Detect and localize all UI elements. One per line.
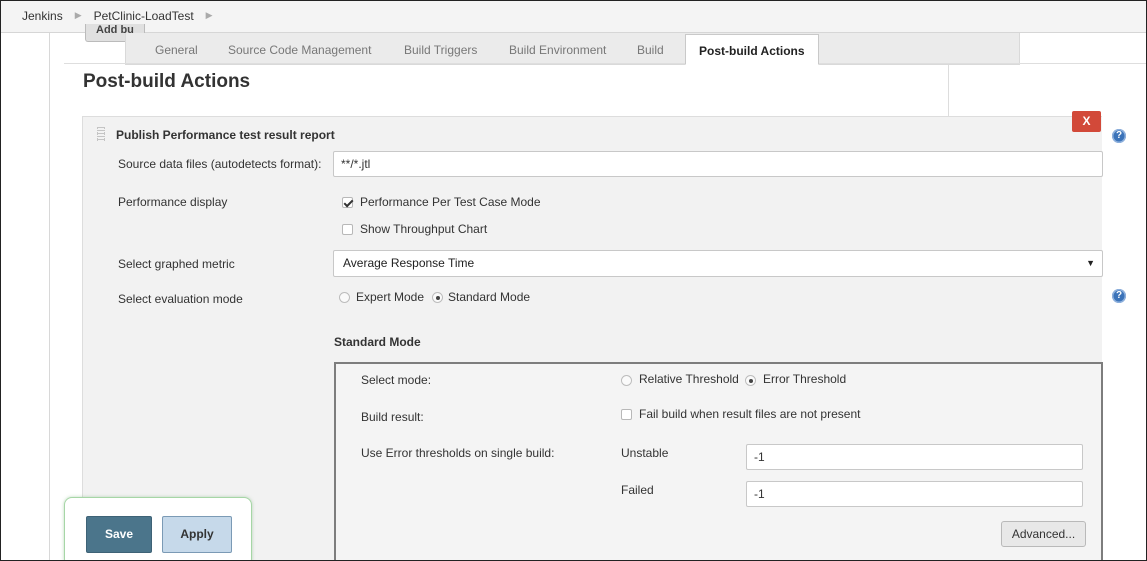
chevron-right-icon[interactable]: ▶ xyxy=(206,10,213,21)
build-result-label: Build result: xyxy=(361,410,424,424)
save-button[interactable]: Save xyxy=(86,516,152,553)
per-test-case-label[interactable]: Performance Per Test Case Mode xyxy=(360,195,541,209)
error-threshold-radio[interactable] xyxy=(745,375,756,386)
evaluation-mode-label: Select evaluation mode xyxy=(118,292,243,306)
throughput-chart-checkbox[interactable] xyxy=(342,224,353,235)
caret-down-icon: ▼ xyxy=(1086,258,1095,268)
fail-build-label[interactable]: Fail build when result files are not pre… xyxy=(639,407,860,421)
standard-mode-label[interactable]: Standard Mode xyxy=(448,290,530,304)
publisher-title: Publish Performance test result report xyxy=(116,128,335,142)
fail-build-checkbox[interactable] xyxy=(621,409,632,420)
failed-threshold-input[interactable] xyxy=(746,481,1083,507)
tab-build[interactable]: Build xyxy=(637,43,664,57)
relative-threshold-radio[interactable] xyxy=(621,375,632,386)
help-icon[interactable]: ? xyxy=(1112,129,1126,143)
graphed-metric-select[interactable]: Average Response Time ▼ xyxy=(333,250,1103,277)
source-files-label: Source data files (autodetects format): xyxy=(118,157,322,171)
tab-general[interactable]: General xyxy=(155,43,198,57)
throughput-chart-label[interactable]: Show Throughput Chart xyxy=(360,222,487,236)
select-mode-label: Select mode: xyxy=(361,373,432,387)
error-thresholds-label: Use Error thresholds on single build: xyxy=(361,446,555,460)
chevron-right-icon: ▶ xyxy=(74,10,82,20)
tab-build-triggers[interactable]: Build Triggers xyxy=(404,43,477,57)
expert-mode-radio[interactable] xyxy=(339,292,350,303)
expert-mode-label[interactable]: Expert Mode xyxy=(356,290,424,304)
error-threshold-label[interactable]: Error Threshold xyxy=(763,372,846,386)
standard-mode-heading: Standard Mode xyxy=(334,335,421,349)
delete-publisher-button[interactable]: X xyxy=(1072,111,1101,132)
tab-source-code-management[interactable]: Source Code Management xyxy=(228,43,371,57)
breadcrumb-job[interactable]: PetClinic-LoadTest xyxy=(94,9,194,23)
relative-threshold-label[interactable]: Relative Threshold xyxy=(639,372,739,386)
tab-build-environment[interactable]: Build Environment xyxy=(509,43,606,57)
per-test-case-checkbox[interactable] xyxy=(342,197,353,208)
left-gutter xyxy=(0,33,50,561)
page-title: Post-build Actions xyxy=(83,71,251,92)
unstable-label: Unstable xyxy=(621,446,669,460)
graphed-metric-value: Average Response Time xyxy=(343,256,475,270)
help-icon[interactable]: ? xyxy=(1112,289,1126,303)
apply-button[interactable]: Apply xyxy=(162,516,232,553)
drag-handle-icon[interactable] xyxy=(97,127,105,141)
performance-display-label: Performance display xyxy=(118,195,228,209)
breadcrumb: Jenkins ▶ PetClinic-LoadTest ▶ xyxy=(0,0,1147,33)
source-files-input[interactable] xyxy=(333,151,1103,177)
tab-post-build-actions[interactable]: Post-build Actions xyxy=(685,34,819,65)
unstable-threshold-input[interactable] xyxy=(746,444,1083,470)
tab-underline xyxy=(64,63,1147,64)
standard-mode-radio[interactable] xyxy=(432,292,443,303)
advanced-button[interactable]: Advanced... xyxy=(1001,521,1086,547)
breadcrumb-jenkins[interactable]: Jenkins xyxy=(22,9,63,23)
graphed-metric-label: Select graphed metric xyxy=(118,257,235,271)
failed-label: Failed xyxy=(621,483,654,497)
